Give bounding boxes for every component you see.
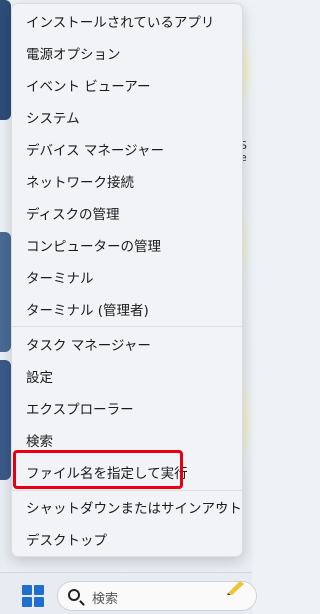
start-icon-tile <box>22 597 32 607</box>
menu-item-event-viewer[interactable]: イベント ビューアー <box>12 69 242 101</box>
menu-item-terminal[interactable]: ターミナル <box>12 261 242 293</box>
menu-item-disk-management[interactable]: ディスクの管理 <box>12 197 242 229</box>
start-icon-tile <box>34 585 44 595</box>
menu-separator <box>12 326 242 327</box>
menu-item-task-manager[interactable]: タスク マネージャー <box>12 328 242 360</box>
menu-item-network-connections[interactable]: ネットワーク接続 <box>12 165 242 197</box>
menu-item-shutdown-signout[interactable]: シャットダウンまたはサインアウト › <box>12 491 242 523</box>
chevron-right-icon: › <box>218 499 224 515</box>
taskbar: 検索 <box>0 572 257 614</box>
desktop-icon-edge[interactable] <box>0 360 11 480</box>
search-placeholder: 検索 <box>92 592 119 607</box>
menu-item-terminal-admin[interactable]: ターミナル (管理者) <box>12 293 242 325</box>
search-icon <box>68 589 80 601</box>
menu-item-settings[interactable]: 設定 <box>12 360 242 392</box>
menu-item-device-manager[interactable]: デバイス マネージャー <box>12 133 242 165</box>
menu-item-explorer[interactable]: エクスプローラー <box>12 392 242 424</box>
start-icon-tile <box>22 585 32 595</box>
menu-item-desktop[interactable]: デスクトップ <box>12 523 242 555</box>
desktop-icon-edge[interactable] <box>0 232 11 352</box>
pencil-icon[interactable] <box>226 579 246 595</box>
menu-item-power-options[interactable]: 電源オプション <box>12 37 242 69</box>
run-highlight-box <box>13 450 183 489</box>
windows-start-icon[interactable] <box>22 585 44 607</box>
menu-item-system[interactable]: システム <box>12 101 242 133</box>
start-icon-tile <box>34 597 44 607</box>
menu-item-computer-management[interactable]: コンピューターの管理 <box>12 229 242 261</box>
menu-item-installed-apps[interactable]: インストールされているアプリ <box>12 5 242 37</box>
desktop-icon-edge[interactable] <box>0 0 11 120</box>
menu-item-label: シャットダウンまたはサインアウト <box>26 501 242 517</box>
